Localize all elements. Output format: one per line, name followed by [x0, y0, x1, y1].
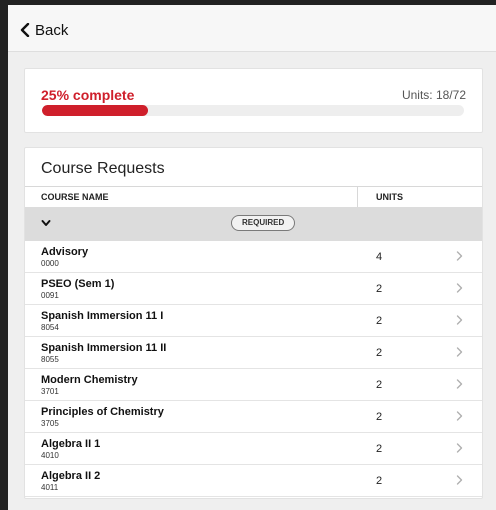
back-label: Back	[35, 21, 69, 39]
course-code: 4010	[41, 451, 59, 460]
course-code: 0091	[41, 291, 59, 300]
chevron-right-icon[interactable]	[456, 379, 463, 389]
course-name: Spanish Immersion 11 I	[41, 310, 164, 322]
course-name: Algebra II 2	[41, 470, 101, 482]
course-name: Spanish Immersion 11 II	[41, 342, 167, 354]
course-row[interactable]: Spanish Immersion 11 I 8054 2	[25, 305, 482, 337]
course-units: 2	[376, 379, 383, 391]
course-units: 2	[376, 443, 383, 455]
course-name: PSEO (Sem 1)	[41, 278, 115, 290]
required-group-header[interactable]: REQUIRED	[25, 207, 482, 241]
progress-percent: 25% complete	[41, 87, 135, 103]
chevron-right-icon[interactable]	[456, 411, 463, 421]
column-header-course-name: COURSE NAME	[41, 192, 109, 202]
course-code: 8054	[41, 323, 59, 332]
course-row[interactable]: Algebra II 2 4011 2	[25, 465, 482, 497]
course-row[interactable]: Spanish Immersion 11 II 8055 2	[25, 337, 482, 369]
course-units: 2	[376, 411, 383, 423]
chevron-left-icon	[20, 23, 30, 37]
card-title: Course Requests	[41, 160, 165, 177]
course-row[interactable]: Advisory 0000 4	[25, 241, 482, 273]
course-code: 0000	[41, 259, 59, 268]
top-bar: Back	[8, 5, 496, 52]
chevron-right-icon[interactable]	[456, 347, 463, 357]
course-units: 2	[376, 347, 383, 359]
table-header: COURSE NAME UNITS	[25, 186, 482, 208]
course-name: Modern Chemistry	[41, 374, 138, 386]
course-row[interactable]: Principles of Chemistry 3705 2	[25, 401, 482, 433]
course-name: Advisory	[41, 246, 89, 258]
course-code: 8055	[41, 355, 59, 364]
chevron-right-icon[interactable]	[456, 443, 463, 453]
course-units: 2	[376, 315, 383, 327]
course-list: Advisory 0000 4 PSEO (Sem 1) 0091 2 Spanish Im…	[25, 241, 482, 497]
chevron-right-icon[interactable]	[456, 283, 463, 293]
progress-bar	[42, 105, 464, 116]
progress-card: 25% complete Units: 18/72	[24, 68, 483, 133]
chevron-right-icon[interactable]	[456, 475, 463, 485]
back-button[interactable]: Back	[20, 19, 68, 41]
course-code: 4011	[41, 483, 59, 492]
course-units: 4	[376, 251, 383, 263]
chevron-down-icon[interactable]	[41, 219, 51, 227]
units-total: Units: 18/72	[401, 88, 466, 102]
course-units: 2	[376, 475, 383, 487]
course-units: 2	[376, 283, 383, 295]
course-code: 3705	[41, 419, 59, 428]
course-name: Algebra II 1	[41, 438, 101, 450]
progress-bar-fill	[42, 105, 148, 116]
chevron-right-icon[interactable]	[456, 251, 463, 261]
column-divider	[357, 187, 358, 207]
course-row[interactable]: Algebra II 1 4010 2	[25, 433, 482, 465]
course-row[interactable]: Modern Chemistry 3701 2	[25, 369, 482, 401]
chevron-right-icon[interactable]	[456, 315, 463, 325]
course-code: 3701	[41, 387, 59, 396]
course-name: Principles of Chemistry	[41, 406, 164, 418]
column-header-units: UNITS	[376, 192, 403, 202]
course-requests-card: Course Requests COURSE NAME UNITS REQUIR…	[24, 147, 483, 499]
required-badge: REQUIRED	[231, 215, 296, 231]
course-row[interactable]: PSEO (Sem 1) 0091 2	[25, 273, 482, 305]
app-screen: Back 25% complete Units: 18/72 Course Re…	[8, 5, 496, 510]
